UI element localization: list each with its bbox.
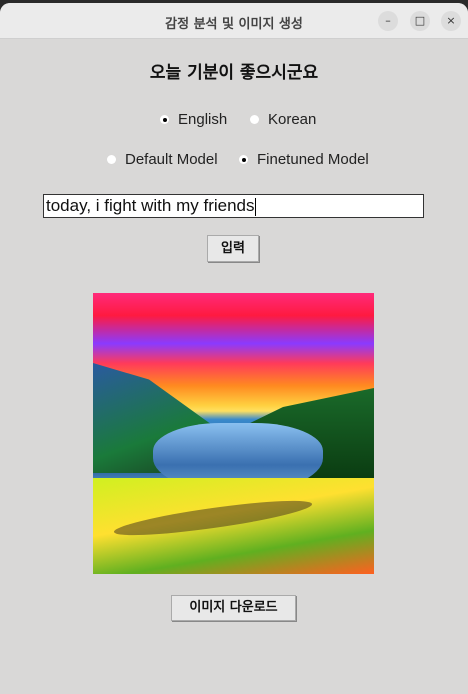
- radio-default-model[interactable]: Default Model: [107, 151, 218, 168]
- input-value: today, i fight with my friends: [46, 196, 255, 215]
- radio-unselected-icon: [107, 155, 116, 164]
- text-caret: [254, 197, 256, 216]
- download-image-button[interactable]: 이미지 다운로드: [171, 595, 296, 621]
- sentiment-heading: 오늘 기분이 좋으시군요: [149, 63, 319, 83]
- radio-selected-icon: [160, 115, 169, 124]
- maximize-button[interactable]: □: [410, 11, 430, 31]
- app-window: 감정 분석 및 이미지 생성 – □ × 오늘 기분이 좋으시군요 Englis…: [0, 3, 468, 694]
- radio-selected-icon: [239, 155, 248, 164]
- radio-label: Korean: [268, 111, 317, 128]
- submit-button[interactable]: 입력: [207, 235, 259, 262]
- radio-label: Default Model: [125, 151, 218, 168]
- generated-image: [93, 293, 374, 574]
- radio-unselected-icon: [250, 115, 259, 124]
- radio-english[interactable]: English: [160, 111, 227, 128]
- close-button[interactable]: ×: [441, 11, 461, 31]
- radio-finetuned-model[interactable]: Finetuned Model: [239, 151, 369, 168]
- minimize-button[interactable]: –: [378, 11, 398, 31]
- text-input[interactable]: today, i fight with my friends: [43, 194, 424, 218]
- title-bar: 감정 분석 및 이미지 생성 – □ ×: [0, 3, 468, 39]
- radio-label: English: [178, 111, 228, 128]
- radio-label: Finetuned Model: [257, 151, 369, 168]
- radio-korean[interactable]: Korean: [250, 111, 316, 128]
